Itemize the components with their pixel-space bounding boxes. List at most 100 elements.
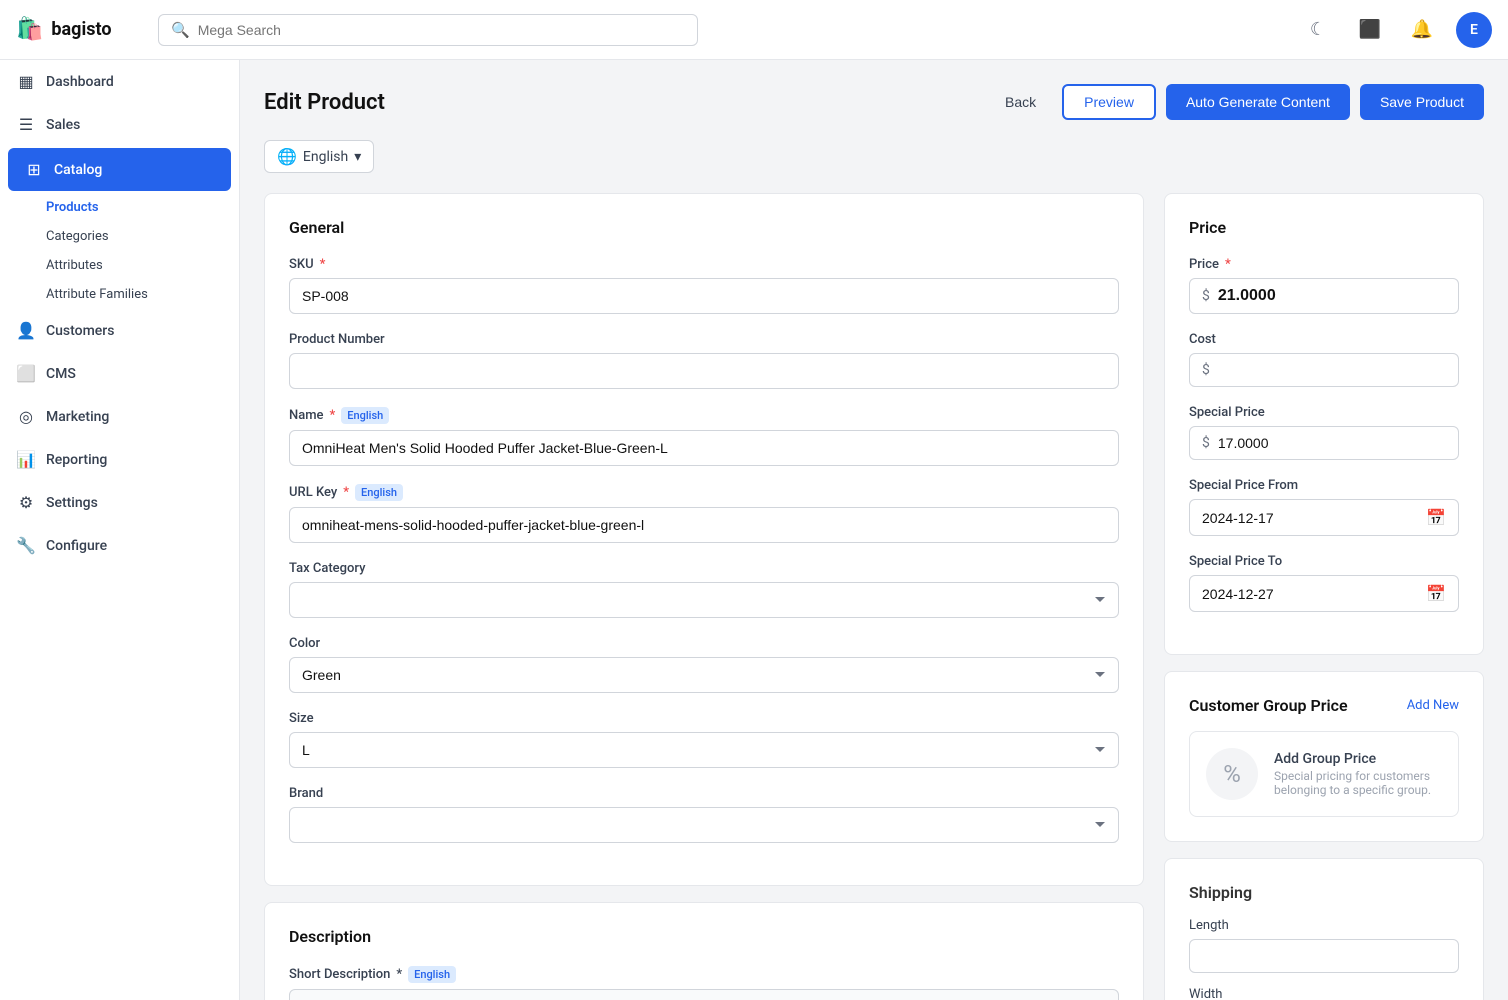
- special-price-to-input[interactable]: [1202, 586, 1426, 602]
- sidebar-item-label-cms: CMS: [46, 366, 76, 382]
- sidebar-sub-item-attribute-families[interactable]: Attribute Families: [46, 280, 239, 309]
- sidebar-item-reporting[interactable]: 📊 Reporting: [0, 438, 239, 481]
- name-input[interactable]: [289, 430, 1119, 466]
- save-product-button[interactable]: Save Product: [1360, 84, 1484, 120]
- sku-group: SKU *: [289, 257, 1119, 314]
- sidebar-item-label-sales: Sales: [46, 117, 80, 133]
- description-card: Description Short Description * English …: [264, 902, 1144, 1000]
- sku-required: *: [320, 257, 326, 272]
- product-number-input[interactable]: [289, 353, 1119, 389]
- top-bar: 🛍️ bagisto 🔍 ☾ ⬛ 🔔 E: [0, 0, 1508, 60]
- sidebar-item-cms[interactable]: ⬜ CMS: [0, 352, 239, 395]
- tax-category-label: Tax Category: [289, 561, 1119, 576]
- price-label: Price *: [1189, 257, 1459, 272]
- cost-input-wrapper: $: [1189, 353, 1459, 387]
- sidebar-item-marketing[interactable]: ◎ Marketing: [0, 395, 239, 438]
- price-title: Price: [1189, 218, 1459, 237]
- special-price-from-group: Special Price From 📅: [1189, 478, 1459, 536]
- calendar-icon-from[interactable]: 📅: [1426, 508, 1446, 527]
- url-key-group: URL Key * English: [289, 484, 1119, 543]
- special-price-to-label: Special Price To: [1189, 554, 1459, 569]
- special-price-label: Special Price: [1189, 405, 1459, 420]
- sidebar-item-configure[interactable]: 🔧 Configure: [0, 524, 239, 567]
- color-group: Color Green: [289, 636, 1119, 693]
- bell-icon-button[interactable]: 🔔: [1404, 12, 1440, 48]
- sidebar-item-dashboard[interactable]: ▦ Dashboard: [0, 60, 239, 103]
- url-key-input[interactable]: [289, 507, 1119, 543]
- product-number-label: Product Number: [289, 332, 1119, 347]
- brand-group: Brand: [289, 786, 1119, 843]
- cms-icon: ⬜: [16, 364, 36, 383]
- settings-icon: ⚙: [16, 493, 36, 512]
- special-price-input-wrapper: $: [1189, 426, 1459, 460]
- sidebar-sub-item-categories[interactable]: Categories: [46, 222, 239, 251]
- brand-select[interactable]: [289, 807, 1119, 843]
- translate-icon: 🌐: [277, 147, 297, 166]
- tax-category-group: Tax Category: [289, 561, 1119, 618]
- general-title: General: [289, 218, 1119, 237]
- logo-icon: 🛍️: [16, 17, 43, 42]
- tax-category-select[interactable]: [289, 582, 1119, 618]
- sidebar-item-label-dashboard: Dashboard: [46, 74, 114, 90]
- sidebar-item-settings[interactable]: ⚙ Settings: [0, 481, 239, 524]
- cost-label: Cost: [1189, 332, 1459, 347]
- calendar-icon-to[interactable]: 📅: [1426, 584, 1446, 603]
- price-required: *: [1225, 257, 1231, 272]
- dashboard-icon: ▦: [16, 72, 36, 91]
- sidebar-item-customers[interactable]: 👤 Customers: [0, 309, 239, 352]
- price-input[interactable]: [1218, 287, 1446, 305]
- special-price-group: Special Price $: [1189, 405, 1459, 460]
- group-price-placeholder: % Add Group Price Special pricing for cu…: [1189, 731, 1459, 817]
- avatar-button[interactable]: E: [1456, 12, 1492, 48]
- back-button[interactable]: Back: [989, 86, 1052, 118]
- main-area: ▦ Dashboard ☰ Sales ⊞ Catalog Products C…: [0, 60, 1508, 1000]
- shipping-title: Shipping: [1189, 883, 1459, 902]
- size-label: Size: [289, 711, 1119, 726]
- chevron-down-icon: ▾: [354, 149, 361, 165]
- short-desc-label: Short Description * English: [289, 966, 1119, 983]
- catalog-submenu: Products Categories Attributes Attribute…: [0, 193, 239, 309]
- special-price-from-input[interactable]: [1202, 510, 1426, 526]
- language-selector[interactable]: 🌐 English ▾: [264, 140, 374, 173]
- edit-sidebar-panel: Price Price * $ Cost: [1164, 193, 1484, 1000]
- length-label: Length: [1189, 918, 1459, 933]
- sidebar-item-label-customers: Customers: [46, 323, 114, 339]
- search-bar[interactable]: 🔍: [158, 14, 698, 46]
- sidebar-sub-item-products[interactable]: Products: [46, 193, 239, 222]
- sidebar-sub-item-attributes[interactable]: Attributes: [46, 251, 239, 280]
- top-bar-actions: ☾ ⬛ 🔔 E: [1300, 12, 1492, 48]
- price-card: Price Price * $ Cost: [1164, 193, 1484, 655]
- content-area: Edit Product Back Preview Auto Generate …: [240, 60, 1508, 1000]
- search-input[interactable]: [198, 22, 685, 38]
- special-price-input[interactable]: [1218, 435, 1446, 451]
- group-price-placeholder-subtitle: Special pricing for customers belonging …: [1274, 769, 1442, 797]
- customer-group-header: Customer Group Price Add New: [1189, 696, 1459, 715]
- name-group: Name * English: [289, 407, 1119, 466]
- size-select[interactable]: L: [289, 732, 1119, 768]
- cost-symbol: $: [1202, 362, 1210, 378]
- sku-label: SKU *: [289, 257, 1119, 272]
- cost-group: Cost $: [1189, 332, 1459, 387]
- special-price-symbol: $: [1202, 435, 1210, 451]
- price-group: Price * $: [1189, 257, 1459, 314]
- auto-generate-button[interactable]: Auto Generate Content: [1166, 84, 1350, 120]
- cost-input[interactable]: [1218, 362, 1446, 378]
- length-input[interactable]: [1189, 939, 1459, 973]
- preview-button[interactable]: Preview: [1062, 84, 1156, 120]
- display-icon-button[interactable]: ⬛: [1352, 12, 1388, 48]
- shipping-card: Shipping Length Width: [1164, 858, 1484, 1000]
- logo: 🛍️ bagisto: [16, 17, 146, 42]
- reporting-icon: 📊: [16, 450, 36, 469]
- sidebar-item-catalog[interactable]: ⊞ Catalog: [8, 148, 231, 191]
- special-price-to-group: Special Price To 📅: [1189, 554, 1459, 612]
- product-number-group: Product Number: [289, 332, 1119, 389]
- add-new-link[interactable]: Add New: [1407, 698, 1459, 713]
- customer-group-price-card: Customer Group Price Add New % Add Group…: [1164, 671, 1484, 842]
- sku-input[interactable]: [289, 278, 1119, 314]
- sidebar-item-sales[interactable]: ☰ Sales: [0, 103, 239, 146]
- color-select[interactable]: Green: [289, 657, 1119, 693]
- size-group: Size L: [289, 711, 1119, 768]
- url-key-lang-badge: English: [355, 484, 403, 501]
- brand-label: Brand: [289, 786, 1119, 801]
- moon-icon-button[interactable]: ☾: [1300, 12, 1336, 48]
